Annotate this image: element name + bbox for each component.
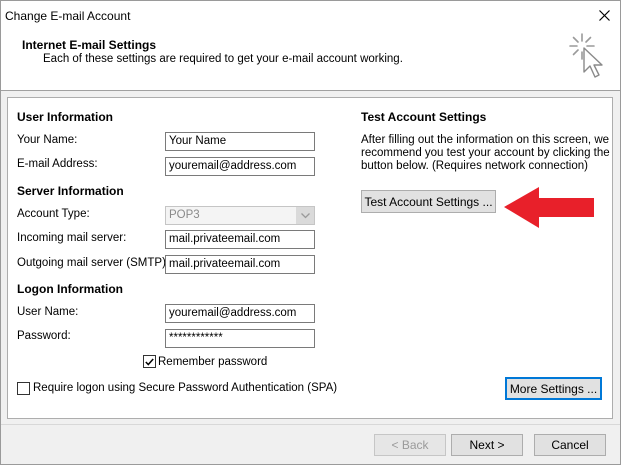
close-icon (598, 9, 610, 21)
your-name-label: Your Name: (17, 134, 78, 146)
test-description-line3: button below. (Requires network connecti… (361, 160, 588, 172)
more-settings-button[interactable]: More Settings ... (505, 377, 602, 400)
window-title: Change E-mail Account (5, 9, 131, 23)
account-type-dropdown-button[interactable] (296, 207, 314, 224)
spa-label: Require logon using Secure Password Auth… (33, 382, 338, 394)
back-button[interactable]: < Back (374, 434, 446, 456)
cancel-button[interactable]: Cancel (534, 434, 606, 456)
logon-info-heading: Logon Information (17, 282, 123, 296)
red-arrow-annotation (504, 187, 594, 228)
user-name-field[interactable]: youremail@address.com (165, 304, 315, 323)
header-subtitle: Each of these settings are required to g… (43, 53, 403, 65)
account-type-label: Account Type: (17, 208, 90, 220)
email-address-field[interactable]: youremail@address.com (165, 157, 315, 176)
header-title: Internet E-mail Settings (22, 38, 157, 52)
close-button[interactable] (591, 3, 617, 27)
your-name-field[interactable]: Your Name (165, 132, 315, 151)
footer-separator (1, 424, 620, 425)
user-name-label: User Name: (17, 306, 79, 318)
email-address-label: E-mail Address: (17, 158, 98, 170)
outgoing-server-field[interactable]: mail.privateemail.com (165, 255, 315, 274)
remember-password-label: Remember password (158, 356, 268, 368)
remember-password-checkbox[interactable] (143, 355, 156, 368)
title-bar: Change E-mail Account (1, 1, 620, 28)
password-label: Password: (17, 330, 71, 342)
account-type-value: POP3 (169, 209, 200, 221)
server-info-heading: Server Information (17, 184, 124, 198)
password-field[interactable]: ************ (165, 329, 315, 348)
chevron-down-icon (300, 212, 310, 218)
account-type-select[interactable]: POP3 (165, 206, 315, 225)
next-button[interactable]: Next > (451, 434, 523, 456)
test-settings-heading: Test Account Settings (361, 110, 487, 124)
cursor-sparkle-icon (569, 33, 603, 78)
test-account-settings-button[interactable]: Test Account Settings ... (361, 190, 496, 213)
test-description-line2: recommend you test your account by click… (361, 147, 610, 159)
user-info-heading: User Information (17, 110, 114, 124)
incoming-server-field[interactable]: mail.privateemail.com (165, 230, 315, 249)
spa-checkbox[interactable] (17, 382, 30, 395)
outgoing-server-label: Outgoing mail server (SMTP): (17, 257, 170, 269)
test-description-line1: After filling out the information on thi… (361, 134, 610, 146)
checkmark-icon (145, 358, 154, 366)
incoming-server-label: Incoming mail server: (17, 232, 127, 244)
dialog-header: Internet E-mail Settings Each of these s… (1, 28, 620, 91)
